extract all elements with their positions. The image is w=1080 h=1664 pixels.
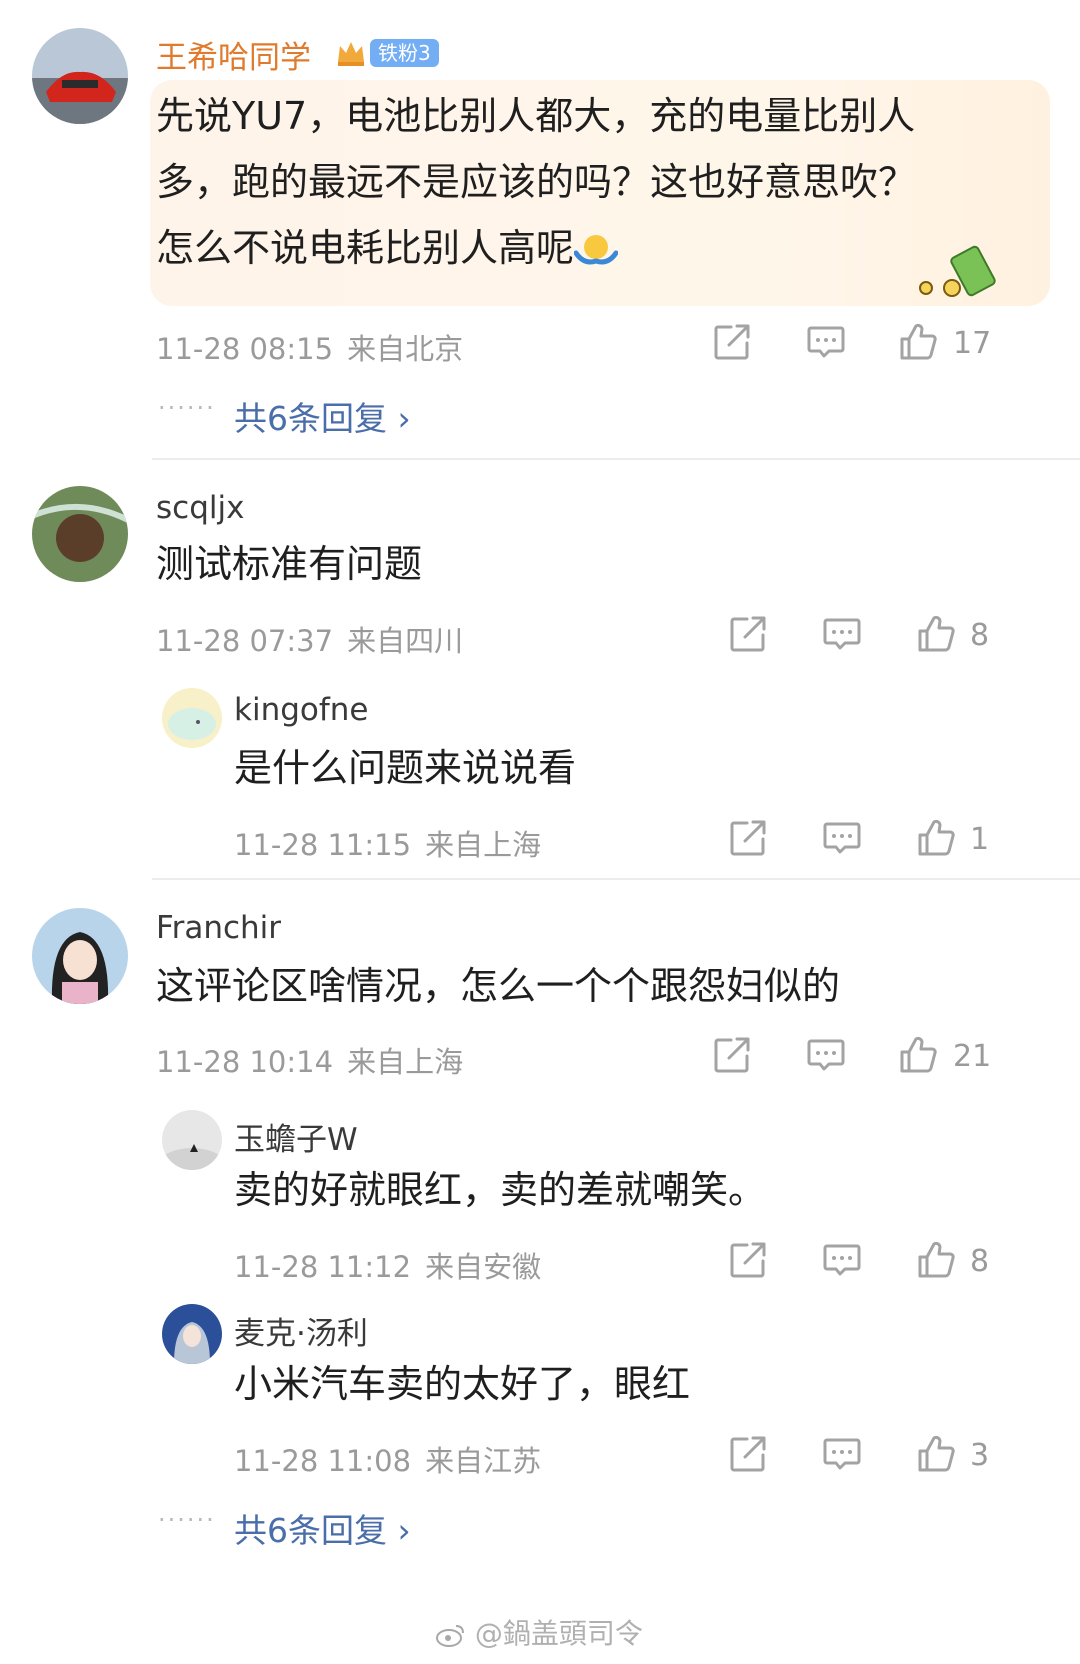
- comment-text-line: 怎么不说电耗比别人高呢: [156, 214, 619, 283]
- shrug-emoji-icon: [573, 234, 619, 264]
- username[interactable]: 玉蟾子W: [234, 1114, 358, 1159]
- comment-icon[interactable]: [822, 1240, 862, 1280]
- like-count: 8: [970, 1244, 990, 1279]
- like-count: 21: [953, 1039, 992, 1074]
- username[interactable]: 王希哈同学: [156, 32, 311, 77]
- comment-icon[interactable]: [806, 322, 846, 362]
- reply-dots: ······: [158, 1506, 216, 1534]
- like-count: 17: [953, 326, 992, 361]
- share-icon[interactable]: [728, 1434, 768, 1474]
- crown-icon: [338, 42, 364, 66]
- divider: [152, 458, 1080, 460]
- share-icon[interactable]: [728, 818, 768, 858]
- watermark: @鍋盖頭司令: [436, 1612, 643, 1652]
- comment-text-line: 这评论区啥情况，怎么一个个跟怨妇似的: [156, 964, 841, 1008]
- username[interactable]: scqljx: [156, 490, 244, 526]
- share-icon[interactable]: [728, 1240, 768, 1280]
- like-count: 3: [970, 1438, 990, 1473]
- like-icon[interactable]: [898, 322, 938, 362]
- comment-text-line: 多，跑的最远不是应该的吗？这也好意思吹？: [156, 160, 917, 204]
- comment-meta: 11-28 10:14 来自上海: [156, 1045, 464, 1079]
- more-replies-link[interactable]: 共6条回复 ›: [234, 392, 411, 440]
- share-icon[interactable]: [712, 322, 752, 362]
- more-replies-link[interactable]: 共6条回复 ›: [234, 1504, 411, 1552]
- username[interactable]: kingofne: [234, 692, 369, 728]
- fan-badge: 铁粉3: [334, 36, 439, 70]
- money-decoration-icon: [919, 245, 996, 297]
- share-icon[interactable]: [712, 1035, 752, 1075]
- reply-text-line: 是什么问题来说说看: [234, 746, 577, 790]
- comment-text-line: 测试标准有问题: [156, 542, 423, 586]
- like-count: 1: [970, 822, 990, 857]
- comment-icon[interactable]: [822, 1434, 862, 1474]
- comment-icon[interactable]: [822, 614, 862, 654]
- divider: [152, 878, 1080, 880]
- comment-icon[interactable]: [822, 818, 862, 858]
- comment-meta: 11-28 08:15 来自北京: [156, 332, 464, 366]
- like-icon[interactable]: [916, 1434, 956, 1474]
- reply-text-line: 小米汽车卖的太好了，眼红: [234, 1362, 691, 1406]
- comment-meta: 11-28 07:37 来自四川: [156, 624, 464, 658]
- like-icon[interactable]: [916, 614, 956, 654]
- username[interactable]: 麦克·汤利: [234, 1308, 368, 1353]
- avatar[interactable]: [162, 688, 222, 748]
- comment-icon[interactable]: [806, 1035, 846, 1075]
- avatar[interactable]: [32, 28, 128, 124]
- comment-text-line: 先说YU7，电池比别人都大，充的电量比别人: [156, 94, 916, 138]
- avatar[interactable]: [32, 486, 128, 582]
- reply-meta: 11-28 11:15 来自上海: [234, 828, 542, 862]
- avatar[interactable]: [162, 1110, 222, 1170]
- share-icon[interactable]: [728, 614, 768, 654]
- avatar[interactable]: [162, 1304, 222, 1364]
- reply-text-line: 卖的好就眼红，卖的差就嘲笑。: [234, 1168, 767, 1212]
- avatar[interactable]: [32, 908, 128, 1004]
- like-icon[interactable]: [898, 1035, 938, 1075]
- reply-dots: ······: [158, 394, 216, 422]
- like-icon[interactable]: [916, 818, 956, 858]
- fan-level: 铁粉3: [370, 39, 439, 67]
- like-count: 8: [970, 618, 990, 653]
- reply-meta: 11-28 11:08 来自江苏: [234, 1444, 542, 1478]
- username[interactable]: Franchir: [156, 910, 281, 946]
- weibo-logo-icon: [436, 1625, 464, 1647]
- reply-meta: 11-28 11:12 来自安徽: [234, 1250, 542, 1284]
- like-icon[interactable]: [916, 1240, 956, 1280]
